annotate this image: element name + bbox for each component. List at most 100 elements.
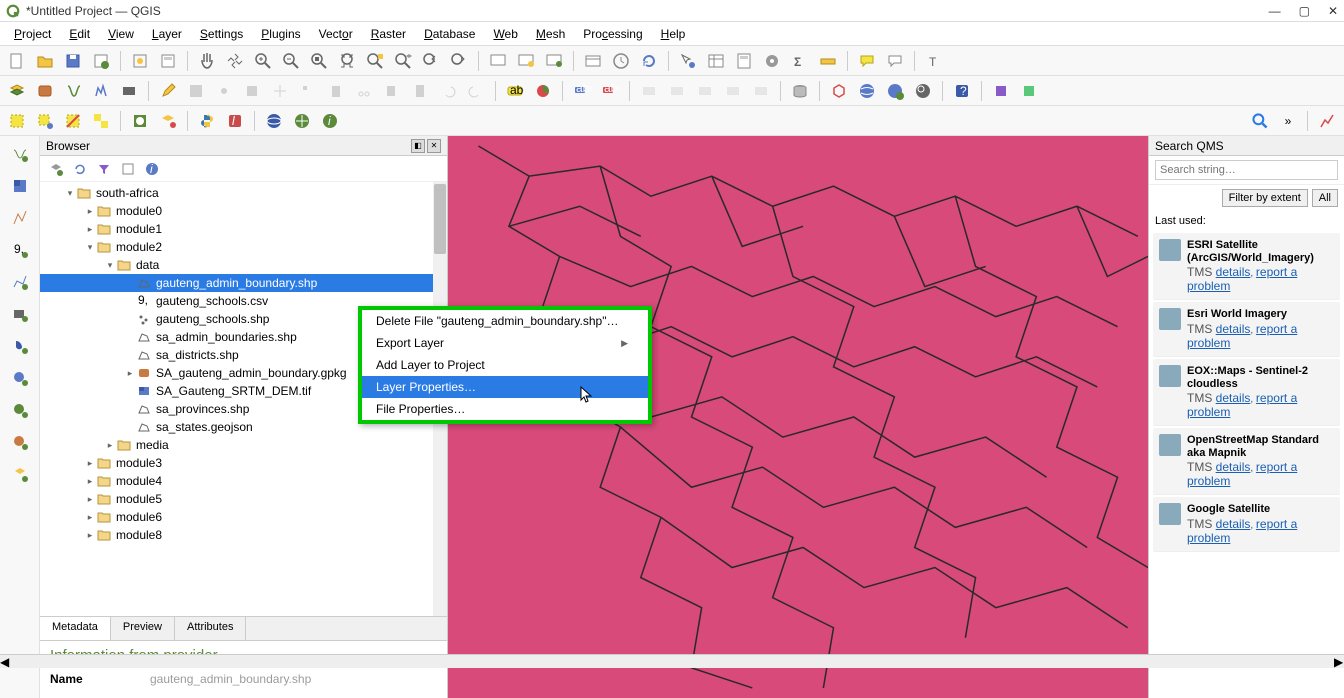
tree-item[interactable]: ▾south-africa [40, 184, 447, 202]
qms-result-item[interactable]: ESRI Satellite (ArcGIS/World_Imagery)TMS… [1153, 233, 1340, 300]
qms-search-button[interactable] [910, 78, 936, 104]
add-vector-icon[interactable] [6, 140, 34, 168]
maximize-button[interactable]: ▢ [1299, 4, 1310, 18]
label-hide-button[interactable] [664, 78, 690, 104]
details-link[interactable]: details [1216, 460, 1251, 474]
temporal-button[interactable] [541, 48, 567, 74]
add-mesh-icon[interactable] [6, 204, 34, 232]
tree-item[interactable]: ▸module5 [40, 490, 447, 508]
map-tips-button[interactable] [854, 48, 880, 74]
redo-button[interactable] [463, 78, 489, 104]
filter-browser-icon[interactable] [94, 159, 114, 179]
cut-button[interactable] [351, 78, 377, 104]
tree-item[interactable]: ▸module0 [40, 202, 447, 220]
copy-button[interactable] [379, 78, 405, 104]
grip-left[interactable]: ◀ [0, 655, 10, 668]
zoom-out-button[interactable] [278, 48, 304, 74]
tab-preview[interactable]: Preview [111, 617, 175, 640]
undo-button[interactable] [435, 78, 461, 104]
qms-result-item[interactable]: Esri World ImageryTMS details, report a … [1153, 302, 1340, 356]
edit-toggle-button[interactable] [155, 78, 181, 104]
save-edits-button[interactable] [183, 78, 209, 104]
add-delimited-icon[interactable]: 9, [6, 236, 34, 264]
zoom-full-button[interactable] [334, 48, 360, 74]
help-button[interactable]: ? [949, 78, 975, 104]
refresh2-button[interactable] [636, 48, 662, 74]
label-prop-button[interactable] [748, 78, 774, 104]
new-print-layout-button[interactable] [88, 48, 114, 74]
add-wms-icon[interactable] [6, 364, 34, 392]
geopackage-button[interactable] [32, 78, 58, 104]
menu-view[interactable]: View [100, 25, 142, 43]
annotation-button[interactable] [882, 48, 908, 74]
metasearch-button[interactable] [289, 108, 315, 134]
style-manager-button[interactable] [127, 48, 153, 74]
new-bookmark-button[interactable] [513, 48, 539, 74]
new-project-button[interactable] [4, 48, 30, 74]
add-arcgis-icon[interactable] [6, 460, 34, 488]
new-shapefile-button[interactable] [60, 78, 86, 104]
globe-button[interactable] [854, 78, 880, 104]
details-link[interactable]: details [1216, 322, 1251, 336]
tree-item[interactable]: ▸module6 [40, 508, 447, 526]
menu-plugins[interactable]: Plugins [253, 25, 308, 43]
text-annotation-button[interactable]: T [921, 48, 947, 74]
save-project-button[interactable] [60, 48, 86, 74]
minimize-button[interactable]: — [1269, 4, 1281, 18]
menu-edit[interactable]: Edit [61, 25, 98, 43]
context-menu-item[interactable]: Add Layer to Project [362, 354, 648, 376]
label-rotate-button[interactable] [692, 78, 718, 104]
vector-layer-button[interactable] [4, 78, 30, 104]
vertex-tool-button[interactable] [295, 78, 321, 104]
deselect-button[interactable] [60, 108, 86, 134]
field-calc-button[interactable] [731, 48, 757, 74]
add-postgis-icon[interactable] [6, 332, 34, 360]
paste-button[interactable] [407, 78, 433, 104]
add-spatialite-icon[interactable] [6, 268, 34, 296]
add-layer-icon[interactable] [46, 159, 66, 179]
menu-raster[interactable]: Raster [363, 25, 414, 43]
menu-web[interactable]: Web [485, 25, 525, 43]
latex-button[interactable]: l [222, 108, 248, 134]
add-polygon-button[interactable] [239, 78, 265, 104]
delete-selected-button[interactable] [323, 78, 349, 104]
osm-place-button[interactable] [127, 108, 153, 134]
context-menu-item[interactable]: File Properties… [362, 398, 648, 420]
zoom-next-button[interactable] [446, 48, 472, 74]
measure-button[interactable] [815, 48, 841, 74]
label-button[interactable]: abc [502, 78, 528, 104]
new-spatialite-button[interactable] [88, 78, 114, 104]
label-move-button[interactable]: abc [569, 78, 595, 104]
menu-settings[interactable]: Settings [192, 25, 251, 43]
zoom-selection-button[interactable] [362, 48, 388, 74]
open-project-button[interactable] [32, 48, 58, 74]
osm-tools-button[interactable] [826, 78, 852, 104]
tree-item[interactable]: ▸module8 [40, 526, 447, 544]
overflow-icon[interactable]: » [1275, 108, 1301, 134]
tree-item[interactable]: ▸module4 [40, 472, 447, 490]
context-menu-item[interactable]: Delete File "gauteng_admin_boundary.shp"… [362, 310, 648, 332]
tree-item[interactable]: ▸media [40, 436, 447, 454]
select-rect-button[interactable] [4, 108, 30, 134]
qms-find-icon[interactable] [1247, 108, 1273, 134]
menu-mesh[interactable]: Mesh [528, 25, 573, 43]
pan-button[interactable] [194, 48, 220, 74]
tree-item[interactable]: ▸module1 [40, 220, 447, 238]
tree-item[interactable]: ▸module3 [40, 454, 447, 472]
move-feature-button[interactable] [267, 78, 293, 104]
close-button[interactable]: ✕ [1328, 4, 1338, 18]
qms-search-input[interactable] [1155, 160, 1338, 180]
add-feature-button[interactable] [211, 78, 237, 104]
select-poly-button[interactable] [32, 108, 58, 134]
coord-capture-button[interactable] [155, 108, 181, 134]
details-link[interactable]: details [1216, 517, 1251, 531]
tree-item[interactable]: gauteng_admin_boundary.shp [40, 274, 447, 292]
new-virtual-button[interactable] [116, 78, 142, 104]
identify-button[interactable] [675, 48, 701, 74]
tab-attributes[interactable]: Attributes [175, 617, 246, 640]
details-link[interactable]: details [1216, 265, 1251, 279]
refresh-browser-icon[interactable] [70, 159, 90, 179]
qms-result-item[interactable]: OpenStreetMap Standard aka MapnikTMS det… [1153, 428, 1340, 495]
stats-button[interactable]: Σ [787, 48, 813, 74]
zoom-last-button[interactable] [418, 48, 444, 74]
